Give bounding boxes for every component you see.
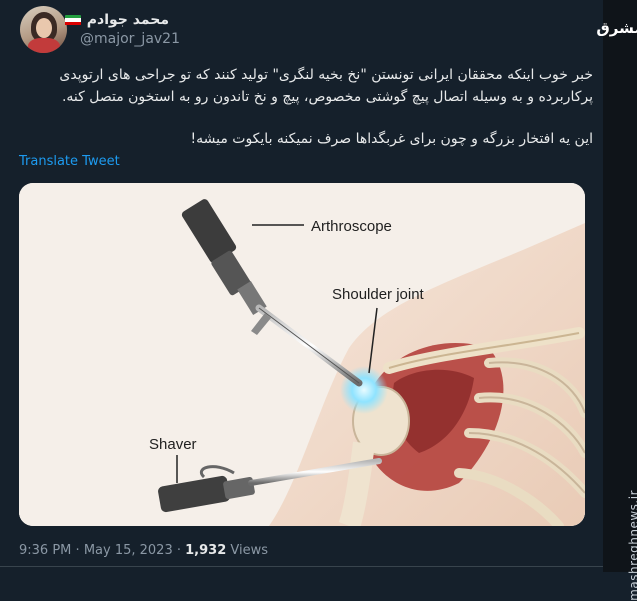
avatar-face <box>36 18 52 38</box>
meta-separator: · <box>75 543 80 558</box>
mashregh-logo: مشرق <box>596 12 637 44</box>
arthroscopy-illustration: Arthroscope Shoulder joint Shaver <box>19 183 585 526</box>
tweet-media-image[interactable]: Arthroscope Shoulder joint Shaver <box>19 183 585 526</box>
avatar-body <box>28 38 60 53</box>
meta-separator: · <box>176 543 181 558</box>
tweet-paragraph: خبر خوب اینکه محققان ایرانی تونستن "نخ ب… <box>59 67 593 105</box>
iran-flag-icon <box>64 14 81 26</box>
site-watermark: mashreghnews.ir <box>627 490 637 601</box>
tweet-date[interactable]: May 15, 2023 <box>84 543 173 558</box>
brand-strip: مشرق mashreghnews.ir <box>596 0 637 601</box>
tweet-time[interactable]: 9:36 PM <box>19 543 71 558</box>
views-count: 1,932 <box>185 543 227 558</box>
author-handle[interactable]: @major_jav21 <box>80 31 180 47</box>
views-label: Views <box>230 543 269 558</box>
lower-left-background <box>19 483 149 526</box>
translate-tweet-link[interactable]: Translate Tweet <box>19 154 120 169</box>
tweet-text: خبر خوب اینکه محققان ایرانی تونستن "نخ ب… <box>53 64 593 150</box>
logo-main-text: مشرق <box>596 18 637 37</box>
divider <box>0 566 603 567</box>
avatar[interactable] <box>20 6 67 53</box>
author-name-row[interactable]: محمد جوادم <box>64 10 169 30</box>
tweet-paragraph: این یه افتخار بزرگه و چون برای غربگداها … <box>190 131 593 147</box>
tweet-card: محمد جوادم @major_jav21 خبر خوب اینکه مح… <box>0 0 637 601</box>
tweet-meta: 9:36 PM · May 15, 2023 · 1,932 Views <box>19 543 268 558</box>
arthroscope-label: Arthroscope <box>311 218 392 235</box>
shaver-label: Shaver <box>149 436 197 453</box>
display-name[interactable]: محمد جوادم <box>87 12 169 28</box>
shoulder-joint-label: Shoulder joint <box>332 286 425 303</box>
